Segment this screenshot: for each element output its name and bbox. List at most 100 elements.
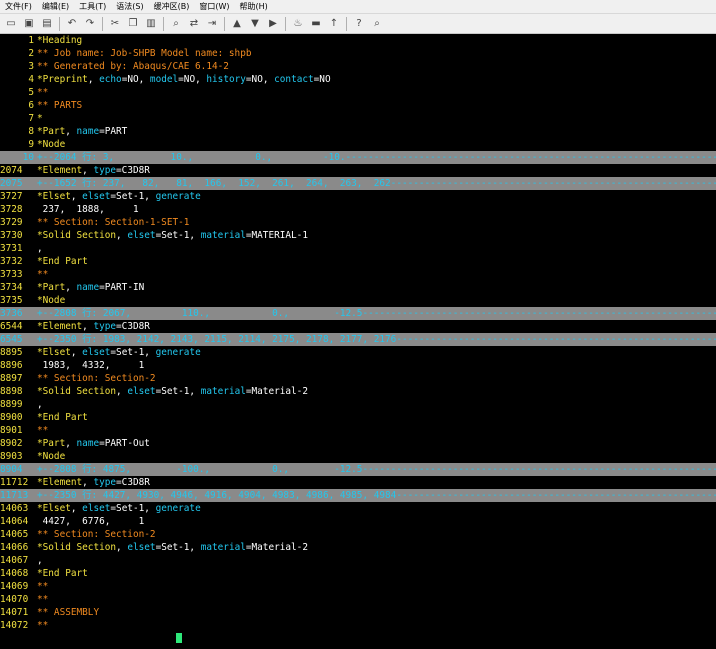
tags-icon[interactable]: ↑: [326, 16, 342, 32]
code-line[interactable]: 14071 ** ASSEMBLY: [0, 606, 716, 619]
code-line[interactable]: 14064 4427, 6776, 1: [0, 515, 716, 528]
line-number: 8899: [0, 399, 23, 410]
copy-icon[interactable]: ❐: [125, 16, 141, 32]
code-line[interactable]: 3734 *Part, name=PART-IN: [0, 281, 716, 294]
code-text: *Solid Section, elset=Set-1, material=Ma…: [34, 386, 308, 397]
paste-icon[interactable]: ▥: [143, 16, 159, 32]
code-line[interactable]: 7 *: [0, 112, 716, 125]
code-line[interactable]: 8 *Part, name=PART: [0, 125, 716, 138]
save-session-icon[interactable]: ▼: [247, 16, 263, 32]
code-token: =PART-IN: [99, 282, 145, 293]
code-line[interactable]: 8899,: [0, 398, 716, 411]
load-session-icon[interactable]: ▲: [229, 16, 245, 32]
shell-icon[interactable]: ▬: [308, 16, 324, 32]
code-line[interactable]: 3728 237, 1888, 1: [0, 203, 716, 216]
code-line[interactable]: 2 ** Job name: Job-SHPB Model name: shpb: [0, 47, 716, 60]
run-script-icon[interactable]: ▶: [265, 16, 281, 32]
code-line[interactable]: 8896 1983, 4332, 1: [0, 359, 716, 372]
undo-icon[interactable]: ↶: [64, 16, 80, 32]
code-line[interactable]: 14065 ** Section: Section-2: [0, 528, 716, 541]
menu-item-3[interactable]: 语法(S): [111, 0, 148, 14]
code-line[interactable]: 8902 *Part, name=PART-Out: [0, 437, 716, 450]
code-line[interactable]: 14066 *Solid Section, elset=Set-1, materi…: [0, 541, 716, 554]
code-line[interactable]: 3729 ** Section: Section-1-SET-1: [0, 216, 716, 229]
toolbar-separator: [59, 16, 60, 31]
menu-item-4[interactable]: 缓冲区(B): [149, 0, 195, 14]
code-line[interactable]: 5 **: [0, 86, 716, 99]
fold-summary: +--2350 行: 4427, 4930, 4946, 4916, 4904,…: [37, 490, 716, 501]
editor-text-area[interactable]: 1 *Heading 2 ** Job name: Job-SHPB Model na…: [0, 34, 716, 643]
menu-item-2[interactable]: 工具(T): [74, 0, 111, 14]
code-line[interactable]: 14068 *End Part: [0, 567, 716, 580]
menu-item-5[interactable]: 窗口(W): [194, 0, 234, 14]
code-token: ,: [87, 74, 100, 85]
code-token: ,: [70, 191, 83, 202]
line-number: 14064: [0, 516, 29, 527]
code-text: *Node: [34, 139, 65, 150]
replace-icon[interactable]: ⇄: [186, 16, 202, 32]
code-line[interactable]: 1 *Heading: [0, 34, 716, 47]
code-line[interactable]: 6 ** PARTS: [0, 99, 716, 112]
find-next-icon[interactable]: ⇥: [204, 16, 220, 32]
code-token: history: [206, 74, 246, 85]
code-line[interactable]: 14072 **: [0, 619, 716, 632]
code-line[interactable]: 3730 *Solid Section, elset=Set-1, materia…: [0, 229, 716, 242]
menu-item-0[interactable]: 文件(F): [0, 0, 37, 14]
cut-icon[interactable]: ✂: [107, 16, 123, 32]
code-line[interactable]: 8901 **: [0, 424, 716, 437]
code-line[interactable]: 3735 *Node: [0, 294, 716, 307]
code-line[interactable]: 8898 *Solid Section, elset=Set-1, materia…: [0, 385, 716, 398]
toolbar-separator: [102, 16, 103, 31]
print-icon[interactable]: ▤: [39, 16, 55, 32]
folded-line[interactable]: 2075 +--1652 行: 237, 82, 81, 166, 152, 26…: [0, 177, 716, 190]
code-text: *Element, type=C3D8R: [34, 477, 150, 488]
code-line[interactable]: 8895 *Elset, elset=Set-1, generate: [0, 346, 716, 359]
code-line[interactable]: 11712 *Element, type=C3D8R: [0, 476, 716, 489]
code-token: elset: [82, 503, 111, 514]
code-line[interactable]: 3733 **: [0, 268, 716, 281]
code-text: *Preprint, echo=NO, model=NO, history=NO…: [34, 74, 331, 85]
code-line[interactable]: 8903 *Node: [0, 450, 716, 463]
code-line[interactable]: 9 *Node: [0, 138, 716, 151]
folded-line[interactable]: 3736 +--2808 行: 2067, 110., 0., -12.5----…: [0, 307, 716, 320]
redo-icon[interactable]: ↷: [82, 16, 98, 32]
code-line[interactable]: 14069 **: [0, 580, 716, 593]
code-line[interactable]: 2074 *Element, type=C3D8R: [0, 164, 716, 177]
code-token: ,: [116, 542, 128, 553]
code-line[interactable]: 14063 *Elset, elset=Set-1, generate: [0, 502, 716, 515]
code-token: ** Job name: Job-SHPB Model name: shpb: [37, 48, 252, 59]
code-token: =NO,: [121, 74, 150, 85]
code-line[interactable]: 8900 *End Part: [0, 411, 716, 424]
open-icon[interactable]: ▭: [3, 16, 19, 32]
code-text: *End Part: [34, 256, 88, 267]
line-number: 14072: [0, 620, 29, 631]
find-help-icon[interactable]: ⌕: [369, 16, 385, 32]
save-icon[interactable]: ▣: [21, 16, 37, 32]
line-number: 11712: [0, 477, 29, 488]
folded-line[interactable]: 8904 +--2808 行: 4875, -100., 0., -12.5---…: [0, 463, 716, 476]
code-line[interactable]: 3731,: [0, 242, 716, 255]
code-line[interactable]: 3727 *Elset, elset=Set-1, generate: [0, 190, 716, 203]
code-text: ,: [34, 243, 43, 254]
code-text: *Elset, elset=Set-1, generate: [34, 347, 201, 358]
code-line[interactable]: 6544 *Element, type=C3D8R: [0, 320, 716, 333]
find-icon[interactable]: ⌕: [168, 16, 184, 32]
code-token: ,: [65, 438, 77, 449]
code-line[interactable]: 14067,: [0, 554, 716, 567]
folded-line[interactable]: 11713 +--2350 行: 4427, 4930, 4946, 4916, …: [0, 489, 716, 502]
make-icon[interactable]: ♨: [290, 16, 306, 32]
menu-item-1[interactable]: 编辑(E): [37, 0, 74, 14]
code-line[interactable]: 3 ** Generated by: Abaqus/CAE 6.14-2: [0, 60, 716, 73]
command-line[interactable]: [0, 643, 716, 649]
code-line[interactable]: 4 *Preprint, echo=NO, model=NO, history=N…: [0, 73, 716, 86]
code-line[interactable]: 8897 ** Section: Section-2: [0, 372, 716, 385]
code-line[interactable]: 3732 *End Part: [0, 255, 716, 268]
code-token: =C3D8R: [116, 165, 150, 176]
help-icon[interactable]: ?: [351, 16, 367, 32]
code-token: elset: [82, 191, 111, 202]
folded-line[interactable]: 10 +--2064 行: 3, 10., 0., -10.-----------…: [0, 151, 716, 164]
code-token: ,: [70, 503, 83, 514]
folded-line[interactable]: 6545 +--2350 行: 1983, 2142, 2143, 2115, 2…: [0, 333, 716, 346]
code-line[interactable]: 14070 **: [0, 593, 716, 606]
menu-item-6[interactable]: 帮助(H): [235, 0, 273, 14]
